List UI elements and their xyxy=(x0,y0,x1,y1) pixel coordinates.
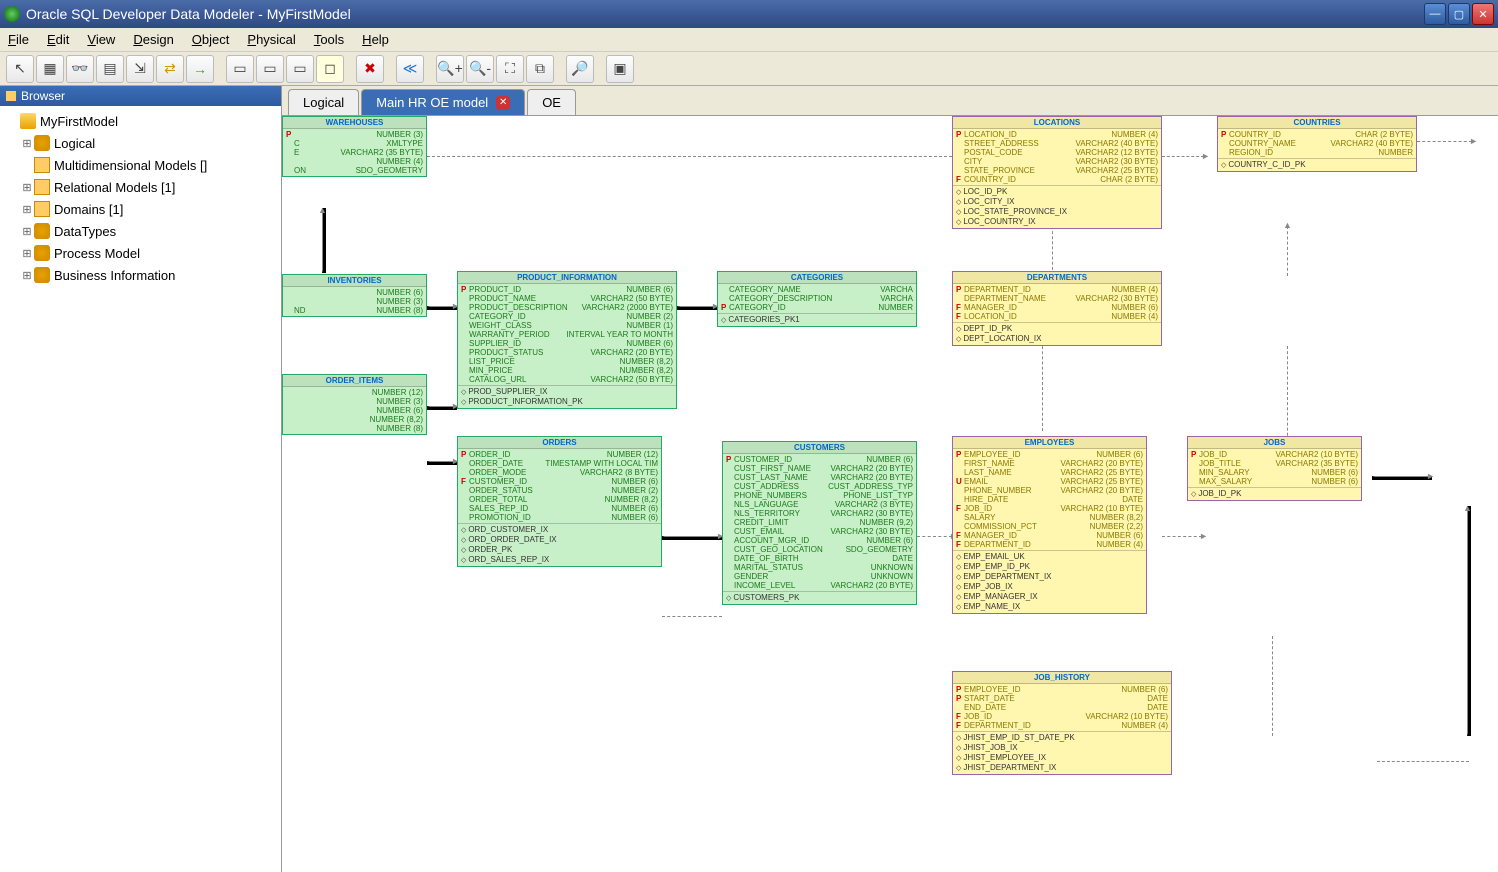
table-employees[interactable]: EMPLOYEESEMPLOYEE_IDNUMBER (6)FIRST_NAME… xyxy=(952,436,1147,614)
tree-item-multidimensional[interactable]: Multidimensional Models [] xyxy=(6,154,275,176)
layout-button[interactable]: ▣ xyxy=(606,55,634,83)
engineer-button[interactable]: ⇄ xyxy=(156,55,184,83)
barrel-icon xyxy=(34,245,50,261)
tree-label: MyFirstModel xyxy=(40,114,118,129)
table-orders[interactable]: ORDERSORDER_IDNUMBER (12)ORDER_DATETIMES… xyxy=(457,436,662,567)
barrel-icon xyxy=(34,135,50,151)
back-button[interactable]: ≪ xyxy=(396,55,424,83)
table-order-items[interactable]: ORDER_ITEMSNUMBER (12)NUMBER (3)NUMBER (… xyxy=(282,374,427,435)
grid-icon xyxy=(34,179,50,195)
goggles-button[interactable]: 👓 xyxy=(66,55,94,83)
default-size-button[interactable]: ⧉ xyxy=(526,55,554,83)
tree-label: Domains [1] xyxy=(54,202,123,217)
arrow-button[interactable]: → xyxy=(186,55,214,83)
tree-label: DataTypes xyxy=(54,224,116,239)
table-locations[interactable]: LOCATIONSLOCATION_IDNUMBER (4)STREET_ADD… xyxy=(952,116,1162,229)
grid-icon xyxy=(34,201,50,217)
menu-design[interactable]: Design xyxy=(133,32,173,47)
table-countries[interactable]: COUNTRIESCOUNTRY_IDCHAR (2 BYTE)COUNTRY_… xyxy=(1217,116,1417,172)
grid-tool-button[interactable]: ▦ xyxy=(36,55,64,83)
new-view-button[interactable]: ▭ xyxy=(256,55,284,83)
maximize-button[interactable]: ▢ xyxy=(1448,3,1470,25)
close-tab-icon[interactable]: ✕ xyxy=(496,96,510,110)
zoom-out-button[interactable]: 🔍- xyxy=(466,55,494,83)
pointer-tool-button[interactable]: ↖ xyxy=(6,55,34,83)
new-entity-button[interactable]: ▭ xyxy=(226,55,254,83)
tree-item-datatypes[interactable]: ⊞ DataTypes xyxy=(6,220,275,242)
tree-item-business[interactable]: ⊞ Business Information xyxy=(6,264,275,286)
browser-tree: MyFirstModel ⊞ Logical Multidimensional … xyxy=(0,106,281,290)
tree-item-domains[interactable]: ⊞ Domains [1] xyxy=(6,198,275,220)
tab-oe[interactable]: OE xyxy=(527,89,576,115)
browser-header: Browser xyxy=(0,86,281,106)
titlebar: Oracle SQL Developer Data Modeler - MyFi… xyxy=(0,0,1498,28)
menu-physical[interactable]: Physical xyxy=(247,32,295,47)
menu-edit[interactable]: Edit xyxy=(47,32,69,47)
tree-item-logical[interactable]: ⊞ Logical xyxy=(6,132,275,154)
barrel-icon xyxy=(34,223,50,239)
grid-icon xyxy=(34,157,50,173)
barrel-icon xyxy=(34,267,50,283)
import-button[interactable]: ⇲ xyxy=(126,55,154,83)
tab-bar: Logical Main HR OE model ✕ OE xyxy=(282,86,1498,116)
table-jobs[interactable]: JOBSJOB_IDVARCHAR2 (10 BYTE)JOB_TITLEVAR… xyxy=(1187,436,1362,501)
new-note-button[interactable]: ◻ xyxy=(316,55,344,83)
tree-label: Logical xyxy=(54,136,95,151)
tab-main-hr-oe[interactable]: Main HR OE model ✕ xyxy=(361,89,525,115)
menu-view[interactable]: View xyxy=(87,32,115,47)
tab-logical[interactable]: Logical xyxy=(288,89,359,115)
menu-help[interactable]: Help xyxy=(362,32,389,47)
app-icon xyxy=(4,6,20,22)
tree-label: Relational Models [1] xyxy=(54,180,175,195)
tree-item-process[interactable]: ⊞ Process Model xyxy=(6,242,275,264)
table-job-history[interactable]: JOB_HISTORYEMPLOYEE_IDNUMBER (6)START_DA… xyxy=(952,671,1172,775)
table-product-information[interactable]: PRODUCT_INFORMATIONPRODUCT_IDNUMBER (6)P… xyxy=(457,271,677,409)
tree-label: Process Model xyxy=(54,246,140,261)
menu-object[interactable]: Object xyxy=(192,32,230,47)
minimize-button[interactable]: — xyxy=(1424,3,1446,25)
delete-button[interactable]: ✖ xyxy=(356,55,384,83)
tree-label: Business Information xyxy=(54,268,175,283)
table-departments[interactable]: DEPARTMENTSDEPARTMENT_IDNUMBER (4)DEPART… xyxy=(952,271,1162,346)
window-title: Oracle SQL Developer Data Modeler - MyFi… xyxy=(26,6,351,22)
subview-button[interactable]: ▤ xyxy=(96,55,124,83)
close-button[interactable]: ✕ xyxy=(1472,3,1494,25)
tree-root[interactable]: MyFirstModel xyxy=(6,110,275,132)
browser-icon xyxy=(6,91,16,101)
new-table-button[interactable]: ▭ xyxy=(286,55,314,83)
find-button[interactable]: 🔎 xyxy=(566,55,594,83)
diagram-canvas[interactable]: WAREHOUSESNUMBER (3)CXMLTYPEEVARCHAR2 (3… xyxy=(282,116,1498,872)
table-customers[interactable]: CUSTOMERSCUSTOMER_IDNUMBER (6)CUST_FIRST… xyxy=(722,441,917,605)
main-split: Browser MyFirstModel ⊞ Logical Multidime… xyxy=(0,86,1498,872)
tree-item-relational[interactable]: ⊞ Relational Models [1] xyxy=(6,176,275,198)
browser-title: Browser xyxy=(21,89,65,103)
browser-panel: Browser MyFirstModel ⊞ Logical Multidime… xyxy=(0,86,282,872)
tree-label: Multidimensional Models [] xyxy=(54,158,207,173)
folder-icon xyxy=(20,113,36,129)
menu-tools[interactable]: Tools xyxy=(314,32,344,47)
fit-screen-button[interactable]: ⛶ xyxy=(496,55,524,83)
canvas-area: Logical Main HR OE model ✕ OE xyxy=(282,86,1498,872)
table-inventories[interactable]: INVENTORIESNUMBER (6)NUMBER (3)NDNUMBER … xyxy=(282,274,427,317)
menubar: File Edit View Design Object Physical To… xyxy=(0,28,1498,52)
table-warehouses[interactable]: WAREHOUSESNUMBER (3)CXMLTYPEEVARCHAR2 (3… xyxy=(282,116,427,177)
zoom-in-button[interactable]: 🔍+ xyxy=(436,55,464,83)
table-categories[interactable]: CATEGORIESCATEGORY_NAMEVARCHACATEGORY_DE… xyxy=(717,271,917,327)
menu-file[interactable]: File xyxy=(8,32,29,47)
toolbar: ↖ ▦ 👓 ▤ ⇲ ⇄ → ▭ ▭ ▭ ◻ ✖ ≪ 🔍+ 🔍- ⛶ ⧉ 🔎 ▣ xyxy=(0,52,1498,86)
